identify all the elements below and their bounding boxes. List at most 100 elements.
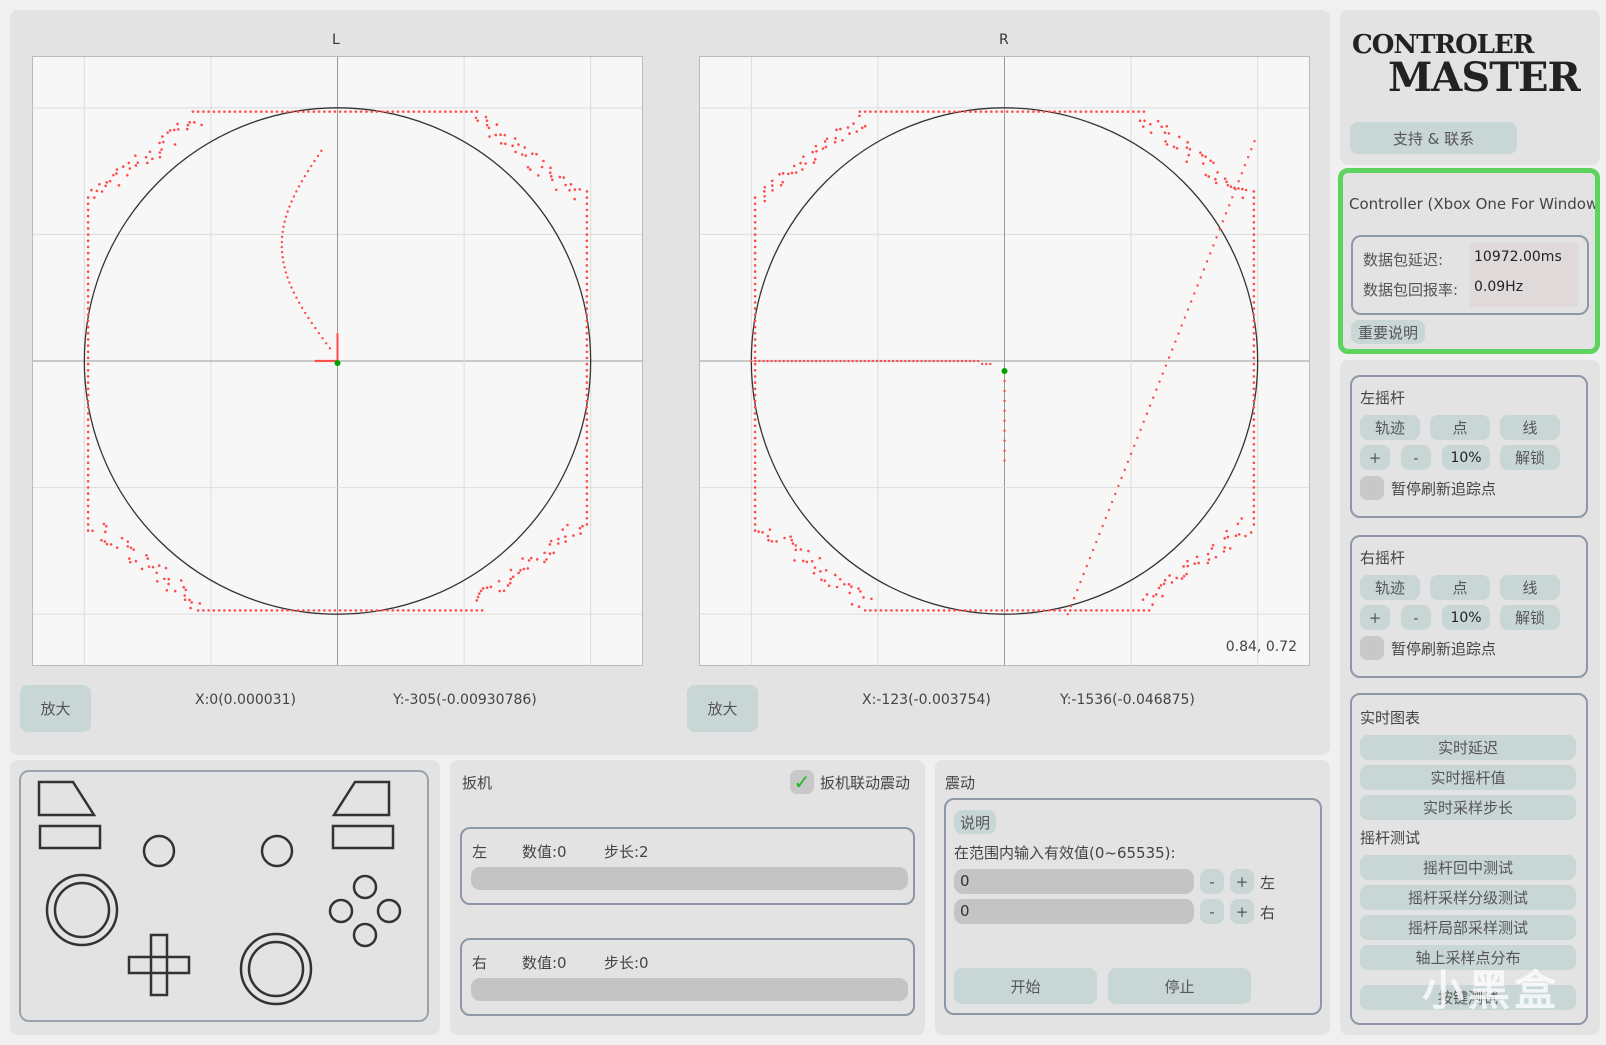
trace-point (1123, 468, 1126, 472)
trace-point (1216, 171, 1219, 174)
trace-point (766, 359, 769, 363)
realtime-sample-step-button[interactable]: 实时采样步长 (1360, 795, 1576, 820)
trace-point (790, 538, 794, 542)
trace-point (163, 577, 166, 581)
right-vibration-label: 右 (1260, 904, 1276, 922)
trace-point (1180, 577, 1184, 580)
trace-point (1072, 596, 1076, 600)
trace-point (1199, 276, 1202, 279)
trace-point (1142, 609, 1146, 612)
trace-point (380, 110, 384, 113)
realtime-latency-button[interactable]: 实时延迟 (1360, 735, 1576, 760)
trace-point (766, 534, 770, 538)
trace-point (1084, 609, 1088, 612)
vibration-stop-button[interactable]: 停止 (1108, 968, 1251, 1004)
right-point-button[interactable]: 点 (1430, 575, 1490, 600)
trace-point (86, 208, 90, 212)
right-percent-button[interactable]: 10% (1442, 605, 1490, 630)
trace-point (1244, 534, 1247, 538)
left-vibration-minus[interactable]: - (1200, 869, 1224, 894)
trace-point (770, 179, 774, 183)
rate-value: 0.09Hz (1474, 279, 1524, 295)
trace-point (244, 609, 247, 612)
left-minus-button[interactable]: - (1401, 445, 1431, 470)
trace-point (1068, 609, 1072, 612)
right-zoom-button[interactable]: 放大 (687, 685, 758, 732)
trace-point (753, 412, 757, 415)
trace-point (762, 359, 765, 363)
trace-point (476, 119, 480, 122)
vibration-title: 震动 (945, 774, 976, 792)
trace-point (753, 350, 757, 354)
right-vibration-plus[interactable]: + (1230, 899, 1254, 924)
stick-local-sampling-test-button[interactable]: 摇杆局部采样测试 (1360, 915, 1576, 940)
right-line-button[interactable]: 线 (1500, 575, 1560, 600)
right-stick-title: 右摇杆 (1360, 549, 1406, 567)
left-pause-checkbox[interactable] (1360, 476, 1384, 500)
trace-point (563, 535, 567, 538)
vibration-start-button[interactable]: 开始 (954, 968, 1097, 1004)
realtime-stick-value-button[interactable]: 实时摇杆值 (1360, 765, 1576, 790)
right-minus-button[interactable]: - (1401, 605, 1431, 630)
left-unlock-button[interactable]: 解锁 (1500, 445, 1560, 470)
left-vibration-input[interactable]: 0 (954, 869, 1194, 894)
trace-point (126, 540, 130, 543)
trace-point (86, 418, 90, 421)
trace-point (1082, 572, 1085, 576)
trace-point (281, 256, 284, 259)
stick-sampling-grade-test-button[interactable]: 摇杆采样分级测试 (1360, 885, 1576, 910)
trace-point (1182, 565, 1185, 568)
trace-point (127, 161, 131, 165)
right-vibration-minus[interactable]: - (1200, 899, 1224, 924)
trace-point (768, 528, 772, 531)
trace-point (198, 602, 202, 605)
trace-point (1069, 604, 1073, 608)
trace-point (132, 548, 135, 551)
trace-point (811, 150, 814, 154)
trace-point (465, 110, 468, 113)
trace-point (753, 307, 757, 310)
left-plus-button[interactable]: + (1360, 445, 1390, 470)
left-zoom-button[interactable]: 放大 (20, 685, 91, 732)
trace-point (1145, 593, 1149, 596)
trace-point (1105, 110, 1109, 113)
trace-point (1209, 159, 1213, 163)
right-trace-button[interactable]: 轨迹 (1360, 575, 1420, 600)
trace-point (554, 188, 558, 192)
trace-point (1116, 609, 1119, 612)
vibration-help-button[interactable]: 说明 (954, 810, 996, 834)
important-notes-button[interactable]: 重要说明 (1351, 320, 1425, 344)
trace-point (1132, 110, 1135, 113)
right-unlock-button[interactable]: 解锁 (1500, 605, 1560, 630)
left-percent-button[interactable]: 10% (1442, 445, 1490, 470)
left-point-button[interactable]: 点 (1430, 415, 1490, 440)
right-trigger-label: 右 (472, 954, 488, 972)
trace-point (1121, 609, 1125, 612)
trace-point (833, 140, 837, 144)
right-pause-checkbox[interactable] (1360, 636, 1384, 660)
trace-point (814, 144, 818, 148)
trace-point (497, 579, 501, 583)
trace-point (1193, 292, 1196, 295)
trace-point (802, 359, 806, 363)
trace-point (86, 381, 90, 384)
support-button[interactable]: 支持 & 联系 (1350, 122, 1517, 154)
trigger-link-checkbox[interactable]: ✓ (790, 770, 814, 794)
trace-point (1252, 375, 1256, 378)
trace-point (104, 184, 107, 188)
latency-value: 10972.00ms (1474, 249, 1562, 265)
trace-point (548, 171, 552, 175)
stick-center-test-button[interactable]: 摇杆回中测试 (1360, 855, 1576, 880)
trace-point (858, 114, 861, 118)
trace-point (120, 536, 124, 540)
left-trace-button[interactable]: 轨迹 (1360, 415, 1420, 440)
trace-point (470, 609, 473, 612)
right-plus-button[interactable]: + (1360, 605, 1390, 630)
trace-point (1252, 461, 1256, 465)
left-line-button[interactable]: 线 (1500, 415, 1560, 440)
right-vibration-input[interactable]: 0 (954, 899, 1194, 924)
trace-point (1207, 558, 1211, 561)
left-vibration-plus[interactable]: + (1230, 869, 1254, 894)
trace-point (1174, 340, 1177, 343)
trace-point (801, 559, 805, 563)
